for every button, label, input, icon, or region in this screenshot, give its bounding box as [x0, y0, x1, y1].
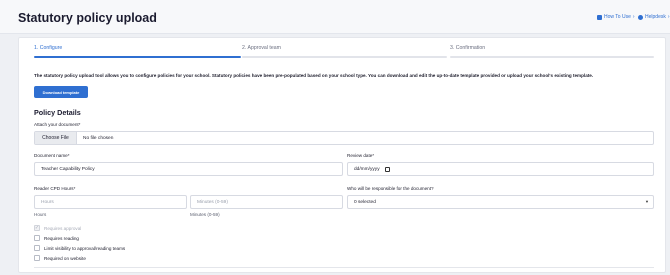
responsible-label: Who will be responsible for the document… — [347, 186, 434, 191]
responsible-select[interactable]: 0 selected ▼ — [347, 195, 654, 209]
step-confirmation[interactable]: 3. Confirmation — [450, 45, 485, 51]
cpd-minutes-input[interactable]: Minutes (0-59) — [190, 195, 343, 209]
how-to-use-link[interactable]: How To Use › — [597, 14, 635, 20]
step-confirmation-bar — [450, 56, 654, 58]
divider — [34, 267, 654, 268]
requires-approval-label: Requires approval — [44, 225, 82, 231]
document-name-value: Teacher Capability Policy — [41, 166, 95, 172]
requires-approval-checkbox[interactable]: ✓ Requires approval — [34, 225, 81, 231]
responsible-value: 0 selected — [354, 199, 376, 205]
checkmark-icon: ✓ — [34, 224, 40, 231]
required-on-website-label: Required on website — [44, 255, 86, 261]
book-icon — [597, 14, 602, 20]
helpdesk-link[interactable]: Helpdesk › — [638, 14, 670, 20]
review-date-input[interactable]: dd/mm/yyyy — [347, 162, 654, 176]
step-configure[interactable]: 1. Configure — [34, 45, 62, 51]
document-name-input[interactable]: Teacher Capability Policy — [34, 162, 343, 176]
checkbox-box — [34, 255, 40, 261]
help-icon — [638, 14, 643, 20]
file-input[interactable]: Choose File No file chosen — [34, 131, 654, 145]
step-approval-team-bar — [242, 56, 447, 58]
chevron-right-icon: › — [632, 14, 635, 20]
chevron-right-icon: › — [667, 14, 670, 20]
requires-reading-label: Requires reading — [44, 235, 79, 241]
attach-document-label: Attach your document* — [34, 122, 81, 127]
review-date-placeholder: dd/mm/yyyy — [354, 166, 380, 172]
checkbox-box — [34, 245, 40, 251]
page-header: Statutory policy upload How To Use › Hel… — [0, 0, 670, 34]
requires-reading-checkbox[interactable]: Requires reading — [34, 235, 79, 241]
cpd-hours-label: Reader CPD Hours* — [34, 186, 76, 191]
file-status: No file chosen — [83, 135, 114, 141]
how-to-use-label: How To Use — [604, 14, 631, 20]
download-template-button[interactable]: Download template — [34, 86, 88, 98]
review-date-label: Review date* — [347, 153, 375, 158]
cpd-hours-input[interactable]: Hours — [34, 195, 187, 209]
section-title: Policy Details — [34, 108, 81, 117]
policy-form-card: 1. Configure 2. Approval team 3. Confirm… — [18, 37, 666, 273]
limit-visibility-label: Limit visibility to approval/reading tea… — [44, 245, 126, 251]
page-title: Statutory policy upload — [18, 11, 157, 25]
limit-visibility-checkbox[interactable]: Limit visibility to approval/reading tea… — [34, 245, 125, 251]
hours-caption: Hours — [34, 212, 47, 217]
intro-text: The statutory policy upload tool allows … — [34, 73, 594, 78]
helpdesk-label: Helpdesk — [645, 14, 666, 20]
choose-file-button[interactable]: Choose File — [35, 132, 77, 144]
cpd-minutes-placeholder: Minutes (0-59) — [197, 199, 228, 205]
document-name-label: Document name* — [34, 153, 70, 158]
step-configure-bar — [34, 56, 241, 58]
step-approval-team[interactable]: 2. Approval team — [242, 45, 281, 51]
checkbox-box — [34, 235, 40, 241]
caret-down-icon: ▼ — [645, 199, 649, 204]
cpd-hours-placeholder: Hours — [41, 199, 54, 205]
required-on-website-checkbox[interactable]: Required on website — [34, 255, 86, 261]
minutes-caption: Minutes (0-59) — [190, 212, 220, 217]
calendar-icon[interactable] — [384, 166, 390, 172]
